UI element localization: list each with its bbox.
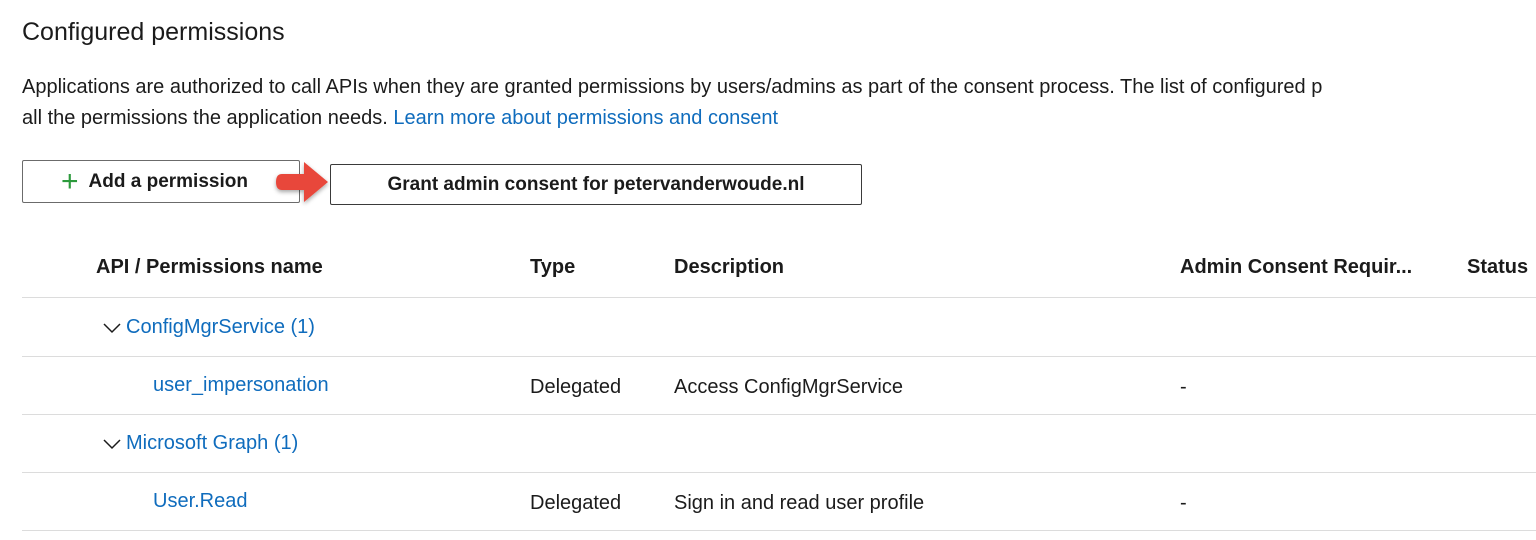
chevron-down-icon[interactable] (102, 321, 122, 335)
learn-more-link[interactable]: Learn more about permissions and consent (393, 107, 778, 129)
permission-name-user-impersonation[interactable]: user_impersonation (153, 374, 329, 397)
permission-description: Access ConfigMgrService (674, 376, 903, 398)
add-permission-button[interactable]: + Add a permission (22, 160, 300, 203)
plus-icon: + (61, 164, 79, 198)
permission-description: Sign in and read user profile (674, 492, 925, 514)
column-header-type[interactable]: Type (530, 256, 575, 279)
group-row[interactable]: ConfigMgrService (1) (102, 316, 315, 339)
permission-type: Delegated (530, 376, 622, 398)
column-header-description[interactable]: Description (674, 256, 784, 279)
row-divider (22, 414, 1536, 415)
description-line-1: Applications are authorized to call APIs… (22, 76, 1323, 98)
grant-admin-consent-label: Grant admin consent for petervanderwoude… (387, 173, 805, 195)
column-header-api[interactable]: API / Permissions name (96, 256, 323, 279)
add-permission-label: Add a permission (88, 170, 248, 192)
row-divider (22, 356, 1536, 357)
permission-type: Delegated (530, 492, 622, 514)
chevron-down-icon[interactable] (102, 437, 122, 451)
group-row[interactable]: Microsoft Graph (1) (102, 432, 298, 455)
grant-admin-consent-button[interactable]: Grant admin consent for petervanderwoude… (330, 164, 862, 205)
description-line-2: all the permissions the application need… (22, 103, 1322, 134)
group-name-configmgrservice[interactable]: ConfigMgrService (1) (126, 316, 315, 339)
section-description: Applications are authorized to call APIs… (22, 72, 1322, 134)
column-header-status[interactable]: Status (1467, 256, 1528, 279)
red-arrow-icon (276, 162, 328, 202)
description-text: all the permissions the application need… (22, 107, 388, 129)
permission-admin-consent: - (1180, 376, 1187, 398)
permission-admin-consent: - (1180, 492, 1187, 514)
column-header-admin-consent[interactable]: Admin Consent Requir... (1180, 256, 1412, 279)
permission-name-user-read[interactable]: User.Read (153, 490, 248, 513)
page-title: Configured permissions (22, 18, 285, 46)
row-divider (22, 297, 1536, 298)
row-divider (22, 472, 1536, 473)
group-name-microsoft-graph[interactable]: Microsoft Graph (1) (126, 432, 298, 455)
row-divider (22, 530, 1536, 531)
